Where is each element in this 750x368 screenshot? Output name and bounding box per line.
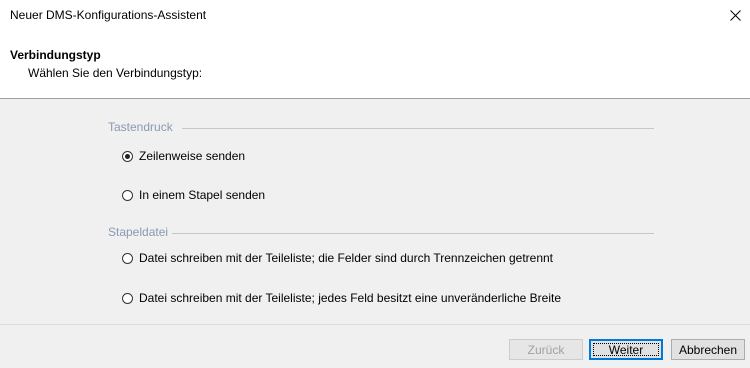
wizard-header: Verbindungstyp Wählen Sie den Verbindung… (0, 40, 750, 100)
back-button[interactable]: Zurück (509, 339, 583, 360)
radio-option-stapel[interactable]: In einem Stapel senden (122, 188, 265, 202)
back-button-label: Zurück (527, 342, 565, 357)
wizard-footer: Zurück Weiter Abbrechen (0, 325, 750, 368)
focus-rectangle (593, 343, 659, 356)
wizard-body: Tastendruck Zeilenweise senden In einem … (0, 99, 750, 324)
close-button[interactable] (720, 0, 750, 30)
group-divider-stapeldatei (172, 233, 654, 234)
page-title: Verbindungstyp (10, 48, 101, 62)
radio-label: Zeilenweise senden (139, 149, 246, 163)
radio-label: Datei schreiben mit der Teileliste; die … (139, 251, 553, 265)
radio-button[interactable] (122, 252, 133, 264)
page-subtitle: Wählen Sie den Verbindungstyp: (28, 66, 203, 80)
next-button[interactable]: Weiter (589, 339, 663, 360)
window-title: Neuer DMS-Konfigurations-Assistent (10, 8, 207, 22)
radio-label: In einem Stapel senden (139, 188, 266, 202)
close-icon (729, 9, 741, 21)
radio-button[interactable] (122, 292, 133, 304)
group-divider-tastendruck (182, 128, 654, 129)
radio-option-feste-breite[interactable]: Datei schreiben mit der Teileliste; jede… (122, 291, 561, 305)
title-bar: Neuer DMS-Konfigurations-Assistent (0, 0, 750, 30)
radio-button-checked[interactable] (122, 150, 133, 162)
cancel-button-label: Abbrechen (678, 342, 738, 357)
cancel-button[interactable]: Abbrechen (671, 339, 745, 360)
radio-label: Datei schreiben mit der Teileliste; jede… (139, 291, 561, 305)
radio-button[interactable] (122, 189, 133, 201)
radio-option-trennzeichen[interactable]: Datei schreiben mit der Teileliste; die … (122, 251, 553, 265)
group-label-tastendruck: Tastendruck (108, 120, 173, 134)
radio-option-zeilenweise[interactable]: Zeilenweise senden (122, 149, 245, 163)
group-label-stapeldatei: Stapeldatei (108, 225, 169, 239)
wizard-window: Neuer DMS-Konfigurations-Assistent Verbi… (0, 0, 750, 368)
